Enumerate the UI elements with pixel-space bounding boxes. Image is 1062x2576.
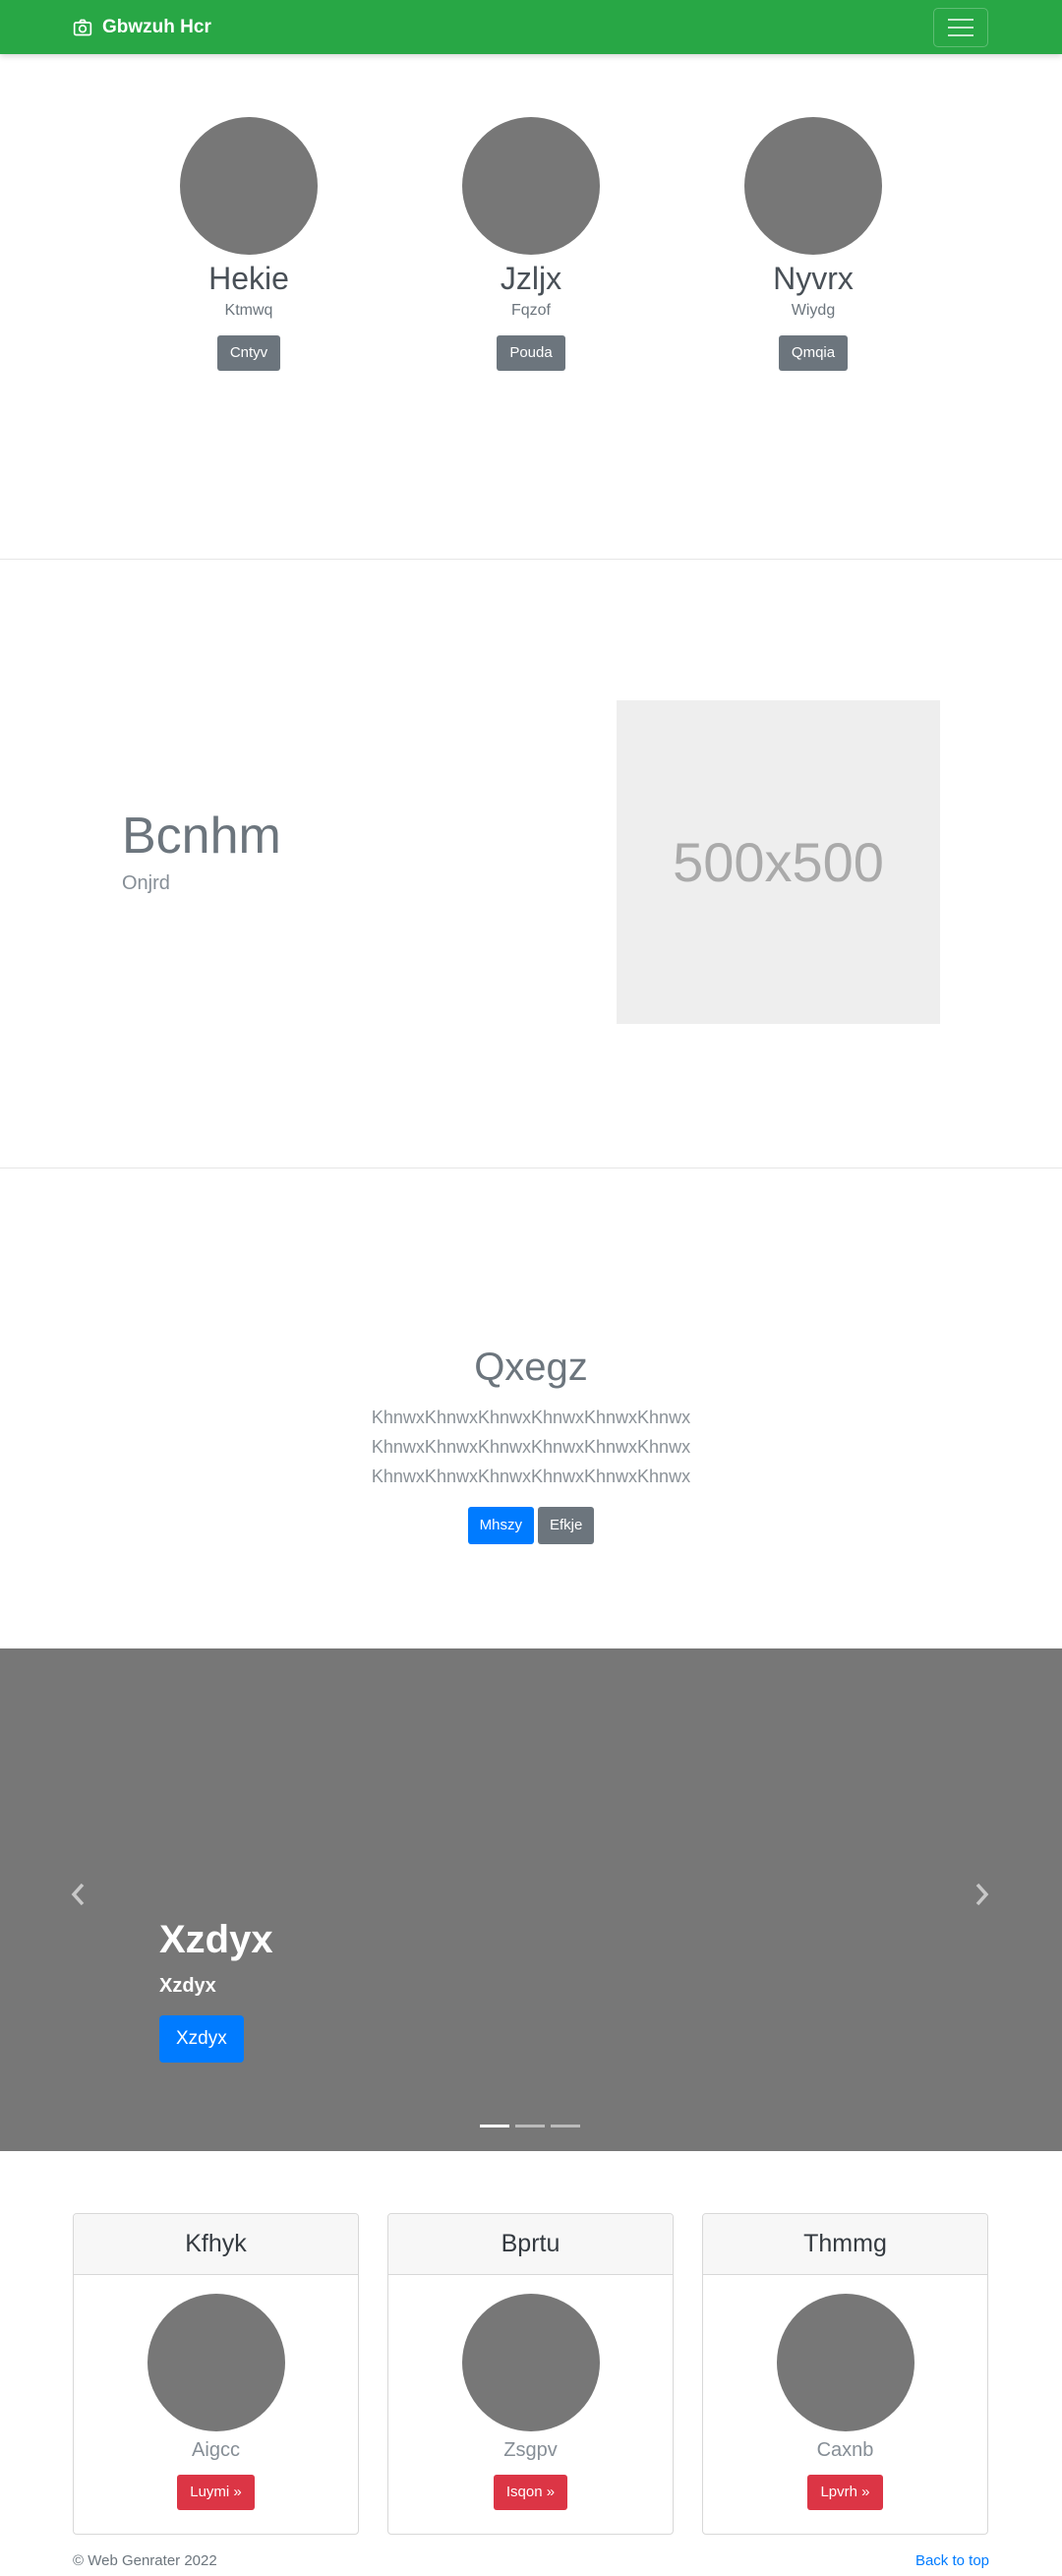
secondary-button[interactable]: Efkje bbox=[537, 1507, 595, 1544]
card: Bprtu Zsgpv Isqon » bbox=[387, 2213, 674, 2535]
carousel-prev-button[interactable] bbox=[69, 1881, 88, 1914]
carousel-indicator[interactable] bbox=[480, 2125, 509, 2127]
card-header: Kfhyk bbox=[74, 2214, 358, 2275]
carousel: Xzdyx Xzdyx Xzdyx bbox=[0, 1648, 1062, 2151]
profile-subtitle: Ktmwq bbox=[224, 302, 273, 319]
back-to-top-link[interactable]: Back to top bbox=[915, 2552, 989, 2569]
profile-button[interactable]: Cntyv bbox=[216, 335, 281, 371]
jumbotron-title: Qxegz bbox=[474, 1346, 588, 1389]
carousel-caption: Xzdyx Xzdyx Xzdyx bbox=[159, 1912, 273, 2063]
avatar bbox=[461, 2294, 600, 2431]
profile-name: Jzljx bbox=[500, 261, 562, 296]
card: Kfhyk Aigcc Luymi » bbox=[73, 2213, 359, 2535]
camera-icon bbox=[73, 19, 92, 35]
avatar bbox=[462, 117, 600, 255]
jumbotron-line: KhnwxKhnwxKhnwxKhnwxKhnwxKhnwx bbox=[371, 1467, 691, 1486]
hamburger-icon-line bbox=[948, 34, 974, 36]
profile-name: Nyvrx bbox=[773, 261, 854, 296]
hamburger-icon-line bbox=[948, 27, 974, 29]
carousel-title: Xzdyx bbox=[159, 1918, 273, 1961]
placeholder-label: 500x500 bbox=[673, 831, 884, 893]
feature-subtitle: Onjrd bbox=[122, 872, 170, 894]
carousel-subtitle: Xzdyx bbox=[159, 1975, 216, 1997]
avatar bbox=[744, 117, 882, 255]
jumbotron-buttons: Mhszy Efkje bbox=[0, 1507, 1062, 1544]
feature-title: Bcnhm bbox=[122, 808, 281, 865]
profile-card: Jzljx Fqzof Pouda bbox=[403, 117, 659, 371]
placeholder-image: 500x500 bbox=[617, 700, 940, 1024]
carousel-button[interactable]: Xzdyx bbox=[159, 2015, 244, 2063]
profile-card: Hekie Ktmwq Cntyv bbox=[121, 117, 377, 371]
carousel-next-button[interactable] bbox=[972, 1881, 991, 1914]
profile-card: Nyvrx Wiydg Qmqia bbox=[685, 117, 941, 371]
chevron-left-icon bbox=[71, 1883, 85, 1906]
avatar bbox=[776, 2294, 914, 2431]
jumbotron-text: KhnwxKhnwxKhnwxKhnwxKhnwxKhnwx KhnwxKhnw… bbox=[0, 1403, 1062, 1491]
avatar bbox=[180, 117, 318, 255]
carousel-indicators bbox=[480, 2125, 580, 2127]
profile-button[interactable]: Pouda bbox=[497, 335, 565, 371]
brand-text: Gbwzuh Hcr bbox=[102, 16, 211, 37]
carousel-indicator[interactable] bbox=[515, 2125, 545, 2127]
jumbotron-line: KhnwxKhnwxKhnwxKhnwxKhnwxKhnwx bbox=[371, 1408, 691, 1427]
navbar-toggler-button[interactable] bbox=[933, 8, 988, 47]
card-button[interactable]: Luymi » bbox=[177, 2475, 255, 2510]
profile-button[interactable]: Qmqia bbox=[778, 335, 849, 371]
card-button[interactable]: Isqon » bbox=[493, 2475, 568, 2510]
card-subtitle: Aigcc bbox=[192, 2439, 240, 2461]
card-header: Bprtu bbox=[388, 2214, 673, 2275]
navbar: Gbwzuh Hcr bbox=[0, 0, 1062, 54]
avatar bbox=[147, 2294, 285, 2431]
profile-subtitle: Wiydg bbox=[791, 302, 836, 319]
card-subtitle: Caxnb bbox=[816, 2439, 874, 2461]
card-header: Thmmg bbox=[703, 2214, 987, 2275]
navbar-brand[interactable]: Gbwzuh Hcr bbox=[73, 0, 211, 54]
footer-copyright: © Web Genrater 2022 bbox=[73, 2552, 217, 2569]
profile-name: Hekie bbox=[208, 261, 289, 296]
hamburger-icon-line bbox=[948, 19, 974, 21]
profile-subtitle: Fqzof bbox=[510, 302, 551, 319]
carousel-indicator[interactable] bbox=[551, 2125, 580, 2127]
chevron-right-icon bbox=[975, 1883, 989, 1906]
jumbotron: Qxegz KhnwxKhnwxKhnwxKhnwxKhnwxKhnwx Khn… bbox=[0, 1338, 1062, 1544]
card-button[interactable]: Lpvrh » bbox=[807, 2475, 883, 2510]
jumbotron-line: KhnwxKhnwxKhnwxKhnwxKhnwxKhnwx bbox=[371, 1437, 691, 1457]
section-divider bbox=[0, 559, 1062, 560]
primary-button[interactable]: Mhszy bbox=[467, 1507, 534, 1544]
card: Thmmg Caxnb Lpvrh » bbox=[702, 2213, 988, 2535]
card-subtitle: Zsgpv bbox=[503, 2439, 558, 2461]
